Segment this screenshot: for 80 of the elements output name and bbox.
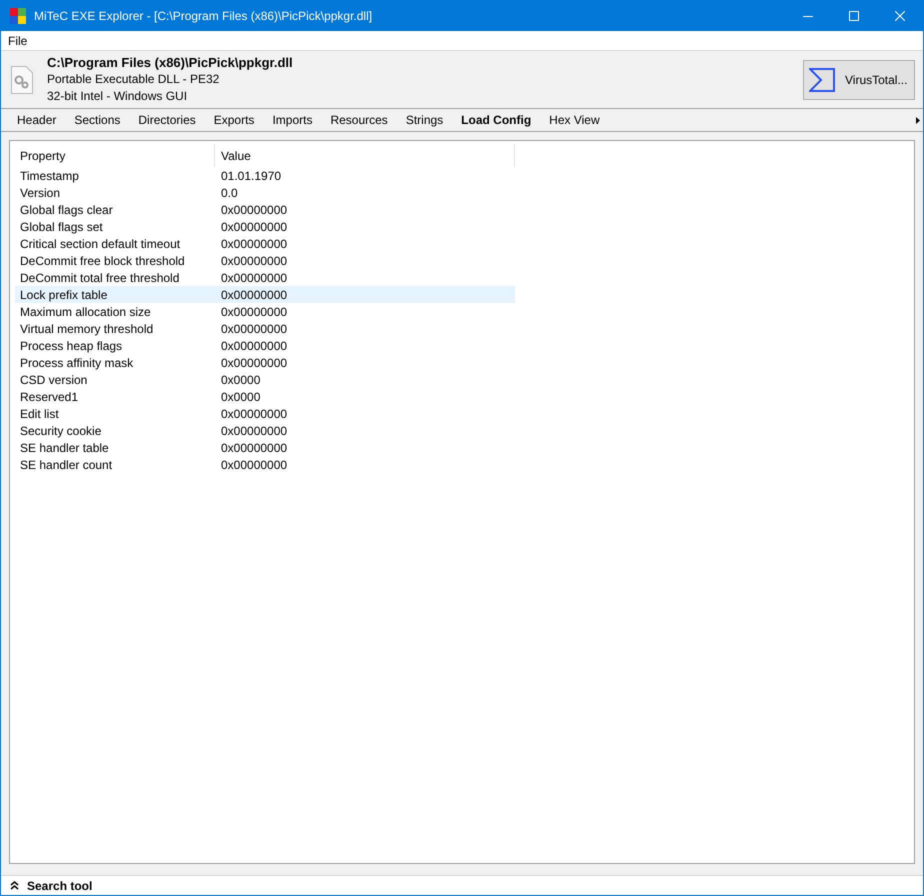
property-cell-text: Lock prefix table [19, 286, 108, 304]
virustotal-button[interactable]: VirusTotal... [803, 60, 915, 100]
property-cell-text: Security cookie [19, 422, 102, 440]
property-cell-text: DeCommit free block threshold [19, 252, 186, 270]
table-row[interactable]: DeCommit free block threshold 0x00000000 [15, 252, 515, 269]
scroll-right-icon[interactable] [916, 116, 920, 124]
tab[interactable]: Resources [321, 111, 397, 129]
value-cell-text: 0x00000000 [220, 286, 288, 304]
sigma-icon [809, 68, 835, 92]
search-tool-bar[interactable]: Search tool [1, 875, 923, 895]
table-row[interactable]: Maximum allocation size 0x00000000 [15, 303, 515, 320]
value-cell-text: 0x0000 [220, 372, 260, 388]
value-cell-text: 0x00000000 [220, 252, 288, 270]
table-row[interactable]: SE handler count 0x00000000 [15, 456, 515, 473]
property-cell-text: Version [19, 184, 62, 202]
maximize-icon [849, 11, 859, 21]
table-row[interactable]: CSD version 0x0000 [15, 371, 515, 388]
window-title: MiTeC EXE Explorer - [C:\Program Files (x86)\PicPick\ppkgr.dll] [34, 8, 374, 25]
value-cell-text: 0x00000000 [220, 338, 288, 354]
value-cell-text: 0x00000000 [220, 320, 288, 338]
property-cell-text: Timestamp [19, 168, 80, 184]
value-cell-text: 01.01.1970 [220, 168, 282, 184]
value-cell-text: 0x0000 [220, 388, 260, 406]
value-cell-text: 0x00000000 [220, 440, 288, 456]
table-row[interactable]: Edit list 0x00000000 [15, 405, 515, 422]
app-logo-icon [10, 8, 26, 24]
table-row[interactable]: Reserved1 0x0000 [15, 388, 515, 405]
file-type: Portable Executable DLL - PE32 [47, 71, 220, 88]
search-tool-label: Search tool [27, 878, 92, 894]
table-row[interactable]: Process heap flags 0x00000000 [15, 337, 515, 354]
table-row[interactable]: Critical section default timeout 0x00000000 [15, 235, 515, 252]
table-row[interactable]: Security cookie 0x00000000 [15, 422, 515, 439]
table-row[interactable]: Timestamp 01.01.1970 [15, 167, 515, 184]
column-header[interactable]: Property [15, 144, 215, 167]
property-cell-text: Edit list [19, 406, 60, 422]
menu-item[interactable]: File [1, 32, 34, 50]
value-cell-text: 0x00000000 [220, 202, 288, 218]
property-cell-text: Critical section default timeout [19, 236, 182, 252]
value-cell-text: 0x00000000 [220, 270, 288, 286]
property-cell-text: Maximum allocation size [19, 304, 152, 320]
table-row[interactable]: Process affinity mask 0x00000000 [15, 354, 515, 371]
double-chevron-up-icon [10, 881, 19, 890]
value-cell-text: 0x00000000 [220, 218, 288, 236]
value-cell-text: 0x00000000 [220, 304, 288, 320]
value-cell-text: 0x00000000 [220, 422, 288, 440]
property-cell-text: SE handler count [19, 456, 114, 474]
property-cell-text: CSD version [19, 372, 88, 388]
value-cell-text: 0x00000000 [220, 236, 288, 252]
property-cell-text: Global flags clear [19, 202, 114, 218]
dll-file-icon [11, 66, 33, 94]
property-cell-text: Virtual memory threshold [19, 320, 154, 338]
close-icon [895, 11, 905, 21]
property-cell-text: SE handler table [19, 440, 110, 456]
table-row[interactable]: Version 0.0 [15, 184, 515, 201]
property-cell-text: DeCommit total free threshold [19, 270, 180, 286]
tab[interactable]: Header [8, 111, 66, 129]
file-path: C:\Program Files (x86)\PicPick\ppkgr.dll [47, 54, 294, 71]
value-cell-text: 0.0 [220, 184, 238, 202]
table-row[interactable]: Global flags set 0x00000000 [15, 218, 515, 235]
tab[interactable]: Hex View [540, 111, 609, 129]
value-cell-text: 0x00000000 [220, 406, 288, 422]
table-row[interactable]: SE handler table 0x00000000 [15, 439, 515, 456]
tab[interactable]: Sections [65, 111, 130, 129]
tab[interactable]: Load Config [452, 111, 540, 129]
column-header[interactable]: Value [215, 144, 515, 167]
tab[interactable]: Strings [396, 111, 452, 129]
table-row[interactable]: Global flags clear 0x00000000 [15, 201, 515, 218]
property-cell-text: Process heap flags [19, 338, 124, 354]
value-cell-text: 0x00000000 [220, 354, 288, 372]
tab[interactable]: Directories [129, 111, 205, 129]
tab[interactable]: Exports [204, 111, 264, 129]
table-row[interactable]: Virtual memory threshold 0x00000000 [15, 320, 515, 337]
tab[interactable]: Imports [263, 111, 322, 129]
file-platform: 32-bit Intel - Windows GUI [47, 88, 188, 105]
table-row[interactable]: DeCommit total free threshold 0x00000000 [15, 269, 515, 286]
property-cell-text: Process affinity mask [19, 354, 134, 372]
value-cell-text: 0x00000000 [220, 456, 288, 474]
property-cell-text: Reserved1 [19, 388, 80, 406]
table-row[interactable]: Lock prefix table 0x00000000 [15, 286, 515, 303]
property-cell-text: Global flags set [19, 218, 104, 236]
